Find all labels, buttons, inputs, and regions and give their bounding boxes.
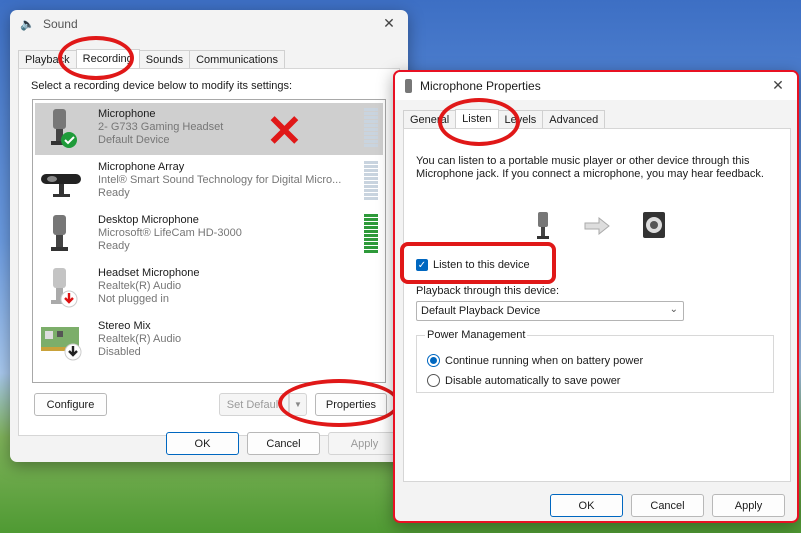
annotation-circle-properties [278, 379, 400, 427]
list-item[interactable]: Stereo Mix Realtek(R) Audio Disabled [35, 315, 383, 367]
ok-button[interactable]: OK [166, 432, 239, 455]
device-name: Microphone [98, 108, 156, 120]
mic-titlebar: Microphone Properties ✕ [395, 72, 797, 100]
tab-communications[interactable]: Communications [189, 50, 286, 70]
radio-disable[interactable] [427, 374, 440, 387]
instruction-text: Select a recording device below to modif… [31, 80, 293, 92]
device-name: Desktop Microphone [98, 214, 199, 226]
power-management-group: Power Management Continue running when o… [416, 329, 774, 393]
speaker-icon: 🔈 [20, 17, 35, 31]
sound-card-icon [41, 327, 82, 361]
device-list: Microphone 2- G733 Gaming Headset Defaul… [32, 99, 386, 383]
window-title: Sound [42, 17, 78, 31]
tab-advanced[interactable]: Advanced [542, 110, 606, 130]
level-meter [364, 108, 378, 147]
close-icon[interactable]: ✕ [769, 77, 787, 94]
microphone-icon [537, 212, 549, 239]
microphone-icon [51, 109, 77, 148]
annotation-circle-listen [438, 98, 520, 146]
device-state: Ready [98, 240, 130, 252]
configure-button[interactable]: Configure [34, 393, 107, 416]
window-title: Microphone Properties [420, 79, 541, 93]
device-desc: Intel® Smart Sound Technology for Digita… [98, 174, 342, 186]
microphone-icon [51, 215, 68, 251]
radio-continue-row[interactable]: Continue running when on battery power [427, 354, 643, 367]
device-desc: Microsoft® LifeCam HD-3000 [98, 227, 242, 239]
playback-dropdown[interactable]: Default Playback Device ⌄ [416, 301, 684, 321]
playback-value: Default Playback Device [421, 305, 541, 317]
device-state: Ready [98, 187, 130, 199]
microphone-unplugged-icon [51, 268, 78, 308]
device-state: Disabled [98, 346, 141, 358]
radio-continue-label: Continue running when on battery power [445, 354, 644, 367]
device-name: Stereo Mix [98, 320, 151, 332]
cancel-button[interactable]: Cancel [247, 432, 320, 455]
annotation-circle-recording [58, 36, 134, 80]
list-item[interactable]: Headset Microphone Realtek(R) Audio Not … [35, 262, 383, 314]
level-meter [364, 161, 378, 200]
chevron-down-icon: ⌄ [669, 304, 678, 315]
radio-disable-row[interactable]: Disable automatically to save power [427, 374, 620, 387]
microphone-array-icon [41, 174, 81, 197]
power-management-title: Power Management [425, 329, 528, 341]
apply-button[interactable]: Apply [328, 432, 401, 455]
microphone-icon [405, 79, 412, 93]
annotation-box-listen-checkbox [400, 242, 556, 284]
level-meter [364, 214, 378, 253]
radio-continue[interactable] [427, 354, 440, 367]
device-desc: Realtek(R) Audio [98, 280, 182, 292]
list-item[interactable]: Microphone 2- G733 Gaming Headset Defaul… [35, 103, 383, 155]
ok-button[interactable]: OK [550, 494, 623, 517]
playback-label: Playback through this device: [416, 285, 560, 297]
device-desc: Realtek(R) Audio [98, 333, 182, 345]
device-name: Headset Microphone [98, 267, 200, 279]
list-item[interactable]: Desktop Microphone Microsoft® LifeCam HD… [35, 209, 383, 261]
apply-button[interactable]: Apply [712, 494, 785, 517]
arrow-right-icon [584, 217, 610, 235]
tab-sounds[interactable]: Sounds [138, 50, 191, 70]
device-state: Not plugged in [98, 293, 169, 305]
cancel-button[interactable]: Cancel [631, 494, 704, 517]
device-state: Default Device [98, 134, 170, 146]
device-name: Microphone Array [98, 161, 185, 173]
list-item[interactable]: Microphone Array Intel® Smart Sound Tech… [35, 156, 383, 208]
close-icon[interactable]: ✕ [380, 15, 398, 32]
listen-panel: You can listen to a portable music playe… [403, 128, 791, 482]
speaker-icon [643, 212, 665, 238]
sound-titlebar: 🔈 Sound ✕ [10, 10, 408, 38]
annotation-cross: ✕ [266, 107, 303, 156]
device-desc: 2- G733 Gaming Headset [98, 121, 224, 133]
radio-disable-label: Disable automatically to save power [445, 374, 621, 387]
listen-description: You can listen to a portable music playe… [416, 155, 764, 180]
